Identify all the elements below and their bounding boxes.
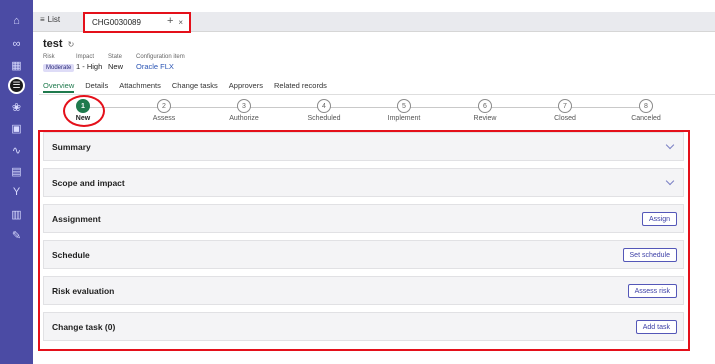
step-assess: 2 Assess bbox=[129, 99, 199, 122]
tag-icon[interactable]: ✎ bbox=[0, 225, 33, 245]
chevron-down-icon[interactable] bbox=[665, 140, 675, 150]
tab-overview[interactable]: Overview bbox=[43, 81, 75, 93]
step-label: Canceled bbox=[631, 115, 661, 122]
step-label: Authorize bbox=[229, 115, 259, 122]
step-label: Scheduled bbox=[307, 115, 341, 122]
record-tabs: Overview Details Attachments Change task… bbox=[43, 81, 327, 93]
tab-details[interactable]: Details bbox=[85, 81, 108, 93]
section-scope-impact[interactable]: Scope and impact bbox=[43, 168, 684, 197]
step-canceled: 8 Canceled bbox=[611, 99, 681, 122]
left-nav-rail: ⌂ ∞ ▦ ☰ ❀ ▣ ∿ ▤ Y ▥ ✎ bbox=[0, 0, 33, 364]
record-title-text: test bbox=[43, 38, 63, 50]
set-schedule-button[interactable]: Set schedule bbox=[622, 248, 677, 262]
chart-icon[interactable]: ▥ bbox=[0, 204, 33, 224]
impact-label: Impact bbox=[76, 54, 95, 60]
current-step-highlight bbox=[63, 95, 105, 127]
step-implement: 5 Implement bbox=[369, 99, 439, 122]
state-label: State bbox=[108, 54, 123, 60]
risk-value: Moderate bbox=[43, 62, 75, 72]
list-lines-icon: ≡ bbox=[40, 15, 45, 24]
activity-icon[interactable]: ∿ bbox=[0, 140, 33, 160]
tab-list-label: List bbox=[47, 15, 61, 24]
step-number: 7 bbox=[558, 99, 572, 113]
step-number: 5 bbox=[397, 99, 411, 113]
step-label: Review bbox=[473, 115, 497, 122]
calendar-icon[interactable]: ▦ bbox=[0, 55, 33, 75]
home-icon[interactable]: ⌂ bbox=[0, 11, 33, 31]
group-icon[interactable]: ❀ bbox=[0, 97, 33, 117]
step-review: 6 Review bbox=[450, 99, 520, 122]
refresh-icon[interactable]: ↻ bbox=[68, 40, 75, 49]
section-title: Assignment bbox=[52, 213, 101, 224]
tab-attachments[interactable]: Attachments bbox=[119, 81, 161, 93]
add-task-button[interactable]: Add task bbox=[635, 320, 677, 334]
step-label: Assess bbox=[152, 115, 176, 122]
workspace-tab-strip: ≡ List CHG0030089 × + bbox=[33, 12, 715, 33]
step-authorize: 3 Authorize bbox=[209, 99, 279, 122]
section-summary[interactable]: Summary bbox=[43, 132, 684, 161]
step-number: 4 bbox=[317, 99, 331, 113]
section-assignment: Assignment Assign bbox=[43, 204, 684, 233]
section-title: Summary bbox=[52, 141, 91, 152]
tab-change-tasks[interactable]: Change tasks bbox=[172, 81, 218, 93]
risk-label: Risk bbox=[43, 54, 55, 60]
step-scheduled: 4 Scheduled bbox=[289, 99, 359, 122]
tabs-divider bbox=[39, 94, 715, 95]
state-value: New bbox=[108, 62, 124, 71]
record-title: test ↻ bbox=[43, 38, 74, 50]
add-tab-icon[interactable]: + bbox=[167, 15, 173, 27]
tab-related-records[interactable]: Related records bbox=[274, 81, 327, 93]
assign-button[interactable]: Assign bbox=[641, 212, 677, 226]
chevron-down-icon[interactable] bbox=[665, 176, 675, 186]
flow-icon[interactable]: Y bbox=[0, 182, 33, 202]
section-title: Change task (0) bbox=[52, 321, 116, 332]
close-icon[interactable]: × bbox=[178, 18, 183, 27]
tab-record-label: CHG0030089 bbox=[92, 18, 141, 27]
step-number: 3 bbox=[237, 99, 251, 113]
step-closed: 7 Closed bbox=[530, 99, 600, 122]
section-schedule: Schedule Set schedule bbox=[43, 240, 684, 269]
list-icon[interactable]: ☰ bbox=[0, 75, 33, 95]
step-number: 8 bbox=[639, 99, 653, 113]
tab-record-active[interactable]: CHG0030089 × bbox=[83, 12, 191, 33]
section-title: Risk evaluation bbox=[52, 285, 115, 296]
book-icon[interactable]: ▤ bbox=[0, 161, 33, 181]
section-risk-evaluation: Risk evaluation Assess risk bbox=[43, 276, 684, 305]
step-number: 2 bbox=[157, 99, 171, 113]
section-title: Schedule bbox=[52, 249, 90, 260]
step-label: Implement bbox=[387, 115, 421, 122]
tab-list[interactable]: ≡ List bbox=[40, 15, 60, 24]
step-number: 6 bbox=[478, 99, 492, 113]
step-label: Closed bbox=[554, 115, 576, 122]
assess-risk-button[interactable]: Assess risk bbox=[627, 284, 677, 298]
section-title: Scope and impact bbox=[52, 177, 125, 188]
impact-value: 1 - High bbox=[76, 62, 103, 71]
grid-icon[interactable]: ▣ bbox=[0, 118, 33, 138]
config-item-link[interactable]: Oracle FLX bbox=[136, 62, 174, 71]
tab-approvers[interactable]: Approvers bbox=[229, 81, 263, 93]
link-icon[interactable]: ∞ bbox=[0, 34, 33, 54]
config-item-label: Configuration item bbox=[136, 54, 185, 60]
section-change-task: Change task (0) Add task bbox=[43, 312, 684, 341]
risk-badge: Moderate bbox=[43, 64, 75, 72]
